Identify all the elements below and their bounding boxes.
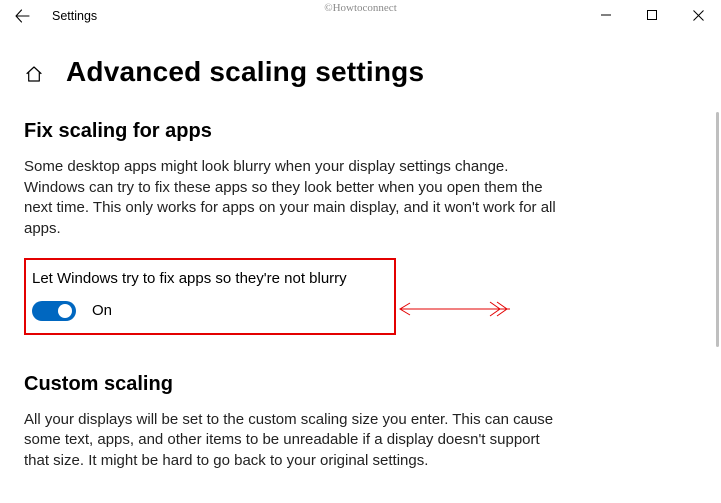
toggle-knob bbox=[58, 304, 72, 318]
toggle-highlight-box: Let Windows try to fix apps so they're n… bbox=[24, 258, 396, 335]
section-desc-custom-scaling: All your displays will be set to the cus… bbox=[24, 410, 564, 472]
section-heading-custom-scaling: Custom scaling bbox=[24, 373, 697, 396]
minimize-icon bbox=[601, 10, 611, 20]
back-button[interactable] bbox=[10, 4, 34, 28]
page-title: Advanced scaling settings bbox=[66, 56, 424, 88]
toggle-fix-blurry[interactable] bbox=[32, 301, 76, 321]
maximize-icon bbox=[647, 10, 657, 20]
section-desc-fix-scaling: Some desktop apps might look blurry when… bbox=[24, 157, 564, 240]
close-icon bbox=[693, 10, 704, 21]
back-arrow-icon bbox=[14, 8, 30, 24]
minimize-button[interactable] bbox=[583, 0, 629, 30]
scrollbar[interactable] bbox=[716, 112, 719, 497]
watermark-text: ©Howtoconnect bbox=[324, 2, 397, 14]
toggle-label-fix-blurry: Let Windows try to fix apps so they're n… bbox=[32, 270, 384, 287]
close-button[interactable] bbox=[675, 0, 721, 30]
section-heading-fix-scaling: Fix scaling for apps bbox=[24, 120, 697, 143]
maximize-button[interactable] bbox=[629, 0, 675, 30]
scrollbar-thumb[interactable] bbox=[716, 112, 719, 347]
home-icon[interactable] bbox=[24, 64, 44, 84]
toggle-state-text: On bbox=[92, 302, 112, 319]
app-title: Settings bbox=[52, 9, 97, 23]
